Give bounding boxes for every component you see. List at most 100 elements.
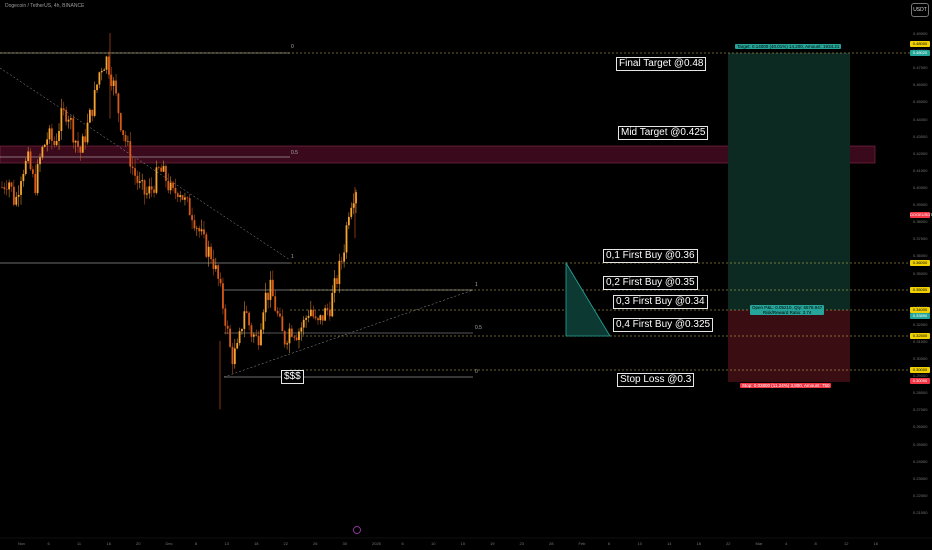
price-axis-label: 0.41000 [913,167,928,173]
price-axis-label: 0.30000 [913,356,928,362]
time-axis-label: 28 [549,541,554,546]
time-axis-label: 20 [136,541,141,546]
candle-body [122,130,125,135]
candle-body [72,118,75,143]
candle-body [210,246,212,260]
candle-body [328,309,331,317]
candle-body [229,328,231,347]
price-axis-label: 0.35000 [913,270,928,276]
triangle-drawing[interactable] [565,261,611,337]
first-buy-2-label[interactable]: 0,2 First Buy @0.35 [603,276,698,290]
price-axis-label: 0.27000 [913,407,928,413]
time-axis-label: 12 [844,541,849,546]
price-chart[interactable] [0,0,932,550]
candle-body [309,309,312,316]
price-axis-label: 0.49000 [913,31,928,36]
candle-body [181,195,184,200]
candle-body [345,225,348,253]
price-axis-label: 0.39000 [913,202,928,208]
candle-body [241,328,243,332]
time-axis-label: 18 [254,541,259,546]
currency-button[interactable]: USDT [911,3,929,17]
candle-body [65,109,68,122]
final-target-label[interactable]: Final Target @0.48 [616,57,707,71]
event-icon[interactable] [353,526,361,534]
time-axis-label: 8 [195,541,198,546]
candle-body [165,165,167,181]
candle-body [62,108,65,110]
candle-body [15,196,18,205]
candle-body [22,173,25,182]
time-axis-label: Dec [165,541,173,546]
candle-body [55,140,58,145]
price-axis-label: 0.28000 [913,390,928,396]
liquidity-label[interactable]: $$$ [281,370,304,384]
candle-body [343,252,346,262]
first-buy-4-label[interactable]: 0,4 First Buy @0.325 [613,318,714,332]
stop-zone [728,310,850,382]
candle-body [302,319,305,328]
candle-body [236,343,239,349]
candle-body [298,331,300,341]
price-axis-label: 0.47000 [913,65,928,71]
candle-body [212,259,215,269]
candle-body [243,311,246,329]
candle-body [198,228,201,232]
candle-body [174,187,177,194]
stop-loss-label[interactable]: Stop Loss @0.3 [617,373,695,387]
fib-label-low-1: 1 [475,282,478,288]
risk-reward-text: Risk/Reward Ratio: 3.74 [762,310,812,315]
price-axis-label: 0.21000 [913,510,928,515]
candle-body [347,216,350,226]
candle-body [74,140,77,143]
candle-body [8,182,11,190]
price-axis-label: 0.45000 [913,99,928,105]
time-axis-label: 30 [342,541,347,546]
candle-body [295,337,298,341]
candle-body [305,317,308,320]
candle-body [195,228,198,229]
time-axis-label: 10 [431,541,436,546]
fib-label-top-05: 0.5 [291,150,298,156]
time-axis-label: 6 [47,541,50,546]
candle-body [24,160,27,174]
price-axis-label: 0.31000 [913,338,928,344]
candle-body [98,72,101,85]
time-axis-label: 23 [519,541,524,546]
mid-target-label[interactable]: Mid Target @0.425 [618,126,709,140]
candle-body [119,113,122,131]
candle-body [146,193,148,195]
candle-body [248,312,250,326]
candle-body [20,181,22,195]
fib-label-low-05: 0.5 [475,325,482,331]
candle-body [191,215,193,221]
candle-body [193,220,196,229]
candles-group [1,33,357,410]
price-tag: 0.35000 [910,287,930,293]
candle-body [69,118,72,120]
candle-body [267,292,269,300]
candle-body [314,316,317,319]
candle-body [231,346,234,365]
time-axis-label: 8 [814,541,817,546]
candle-body [290,328,293,337]
candle-body [281,316,284,332]
time-axis-label: 13 [224,541,229,546]
candle-body [179,195,182,198]
candle-body [48,128,51,140]
price-axis-label: 0.24000 [913,458,928,464]
first-buy-1-label[interactable]: 0,1 First Buy @0.36 [603,249,698,263]
time-axis-label: 18 [696,541,701,546]
candle-body [167,180,170,191]
price-tag: 0.48020 [910,50,930,56]
time-axis-label: 2025 [372,541,381,546]
candle-body [319,315,322,321]
candle-body [355,192,357,204]
candle-body [157,167,160,168]
fib-label-top-0: 0 [291,44,294,50]
candle-body [84,136,87,143]
candle-body [188,198,191,216]
first-buy-3-label[interactable]: 0,3 First Buy @0.34 [613,295,708,309]
candle-body [112,80,115,86]
candle-body [293,336,296,338]
